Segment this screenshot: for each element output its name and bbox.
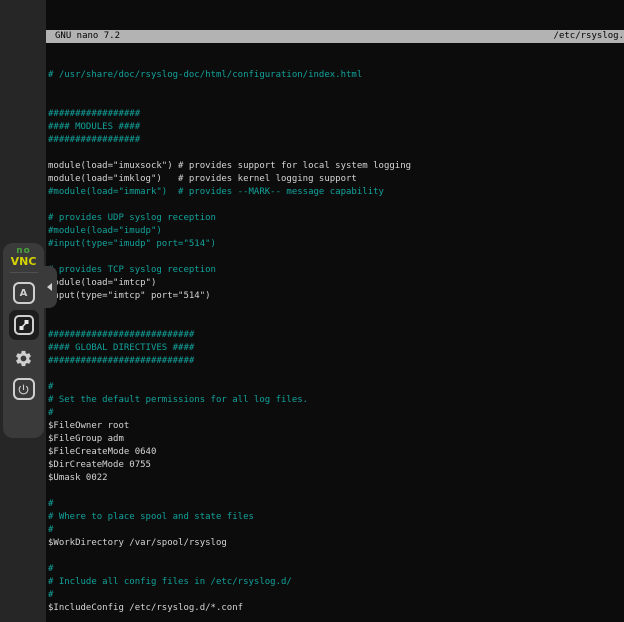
terminal-line: ################# [46,108,624,121]
terminal-line: module(load="imuxsock") # provides suppo… [46,160,624,173]
terminal-line: # Set the default permissions for all lo… [46,394,624,407]
panel-divider [10,272,38,273]
terminal-line: $WorkDirectory /var/spool/rsyslog [46,537,624,550]
terminal-line: ########################### [46,329,624,342]
vnc-screen: GNU nano 7.2 /etc/rsyslog. # /usr/share/… [0,0,624,622]
terminal-line: # /usr/share/doc/rsyslog-doc/html/config… [46,69,624,82]
novnc-logo-vnc: VNC [11,256,37,267]
fullscreen-button[interactable] [9,310,39,340]
terminal-line: ################# [46,134,624,147]
terminal-line: # provides UDP syslog reception [46,212,624,225]
terminal-line: module(load="imtcp") [46,277,624,290]
terminal-line: #### MODULES #### [46,121,624,134]
terminal-line: # [46,589,624,602]
terminal-line: $FileGroup adm [46,433,624,446]
terminal-line [46,82,624,95]
terminal-line: # provides TCP syslog reception [46,264,624,277]
terminal-line [46,199,624,212]
terminal-line: # Where to place spool and state files [46,511,624,524]
terminal-line [46,147,624,160]
terminal-line: $FileOwner root [46,420,624,433]
terminal-line [46,251,624,264]
terminal-line: $DirCreateMode 0755 [46,459,624,472]
nano-filename-label: /etc/rsyslog. [550,30,624,43]
nano-titlebar: GNU nano 7.2 /etc/rsyslog. [46,30,624,43]
nano-version-label: GNU nano 7.2 [46,30,120,43]
vnc-control-panel: no VNC A [3,243,44,438]
terminal-line: #### GLOBAL DIRECTIVES #### [46,342,624,355]
terminal-line: # [46,407,624,420]
nano-terminal[interactable]: GNU nano 7.2 /etc/rsyslog. # /usr/share/… [46,0,624,622]
terminal-line: # Include all config files in /etc/rsysl… [46,576,624,589]
power-icon [17,383,30,396]
terminal-line: # [46,563,624,576]
gear-icon [14,349,33,368]
terminal-line: # [46,498,624,511]
clipboard-button[interactable]: A [13,282,35,304]
terminal-line: $IncludeConfig /etc/rsyslog.d/*.conf [46,602,624,615]
terminal-line: $Umask 0022 [46,472,624,485]
settings-button[interactable] [13,347,35,369]
terminal-line [46,485,624,498]
terminal-line: #module(load="imudp") [46,225,624,238]
terminal-line [46,550,624,563]
clipboard-icon: A [20,288,28,299]
terminal-line: #input(type="imudp" port="514") [46,238,624,251]
terminal-line: # [46,524,624,537]
chevron-left-icon [47,283,52,291]
terminal-lines: # /usr/share/doc/rsyslog-doc/html/config… [46,69,624,622]
terminal-line [46,368,624,381]
novnc-logo: no VNC [11,247,37,267]
fullscreen-icon [14,315,34,335]
terminal-line [46,303,624,316]
terminal-line [46,316,624,329]
terminal-line: ########################### [46,355,624,368]
terminal-line [46,95,624,108]
terminal-line: #module(load="immark") # provides --MARK… [46,186,624,199]
terminal-line: input(type="imtcp" port="514") [46,290,624,303]
terminal-line: # [46,381,624,394]
disconnect-button[interactable] [13,378,35,400]
terminal-line: $FileCreateMode 0640 [46,446,624,459]
terminal-line [46,615,624,622]
terminal-line: module(load="imklog") # provides kernel … [46,173,624,186]
